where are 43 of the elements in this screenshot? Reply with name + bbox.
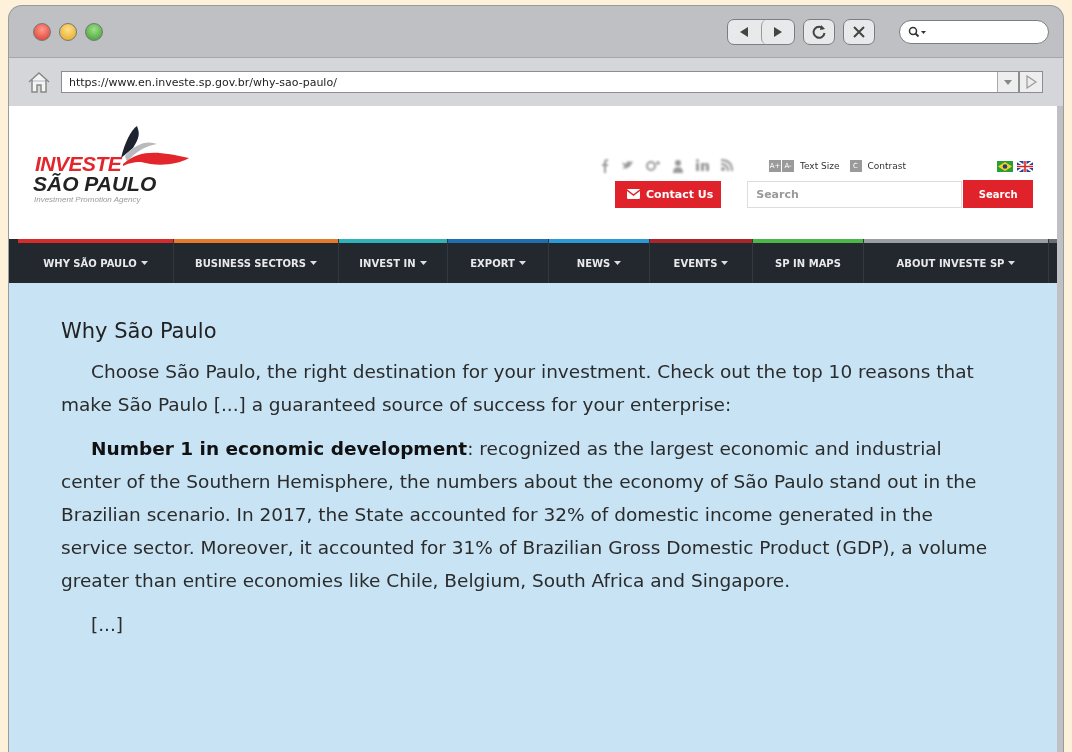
logo-tagline: Investment Promotion Agency [34,195,141,204]
article-paragraph: Number 1 in economic development: recognized as the largest economic and industrial center of the Southern Hemisphere, the numbers about the economy of São Paulo stand out in the Brazilian scenario. In 2017, the State accounted for 32% of domestic income generated in the service sector. Moreover, it accounted for 31% of Brazilian Gross Domestic Product (GDP), a volume greater than entire economies like Chile, Belgium, South Africa and Singapore. [61,437,989,593]
reload-icon [811,23,827,40]
accessibility-label: Contrast [867,161,906,171]
accessibility-label: Text Size [800,161,840,171]
person-icon[interactable] [672,159,684,173]
search-icon [908,25,928,38]
close-icon [852,24,866,39]
facebook-icon[interactable] [601,159,609,173]
close-window-button[interactable] [33,22,51,41]
nav-menu-item[interactable]: SP IN MAPS [753,243,863,283]
nav-menu-item[interactable]: NEWS [549,243,649,283]
right-triangle-icon [771,25,784,38]
article-paragraph: Choose São Paulo, the right destination for your investment. Check out the top 10 reasons that make São Paulo [...] a guaranteed source of success for your enterprise: [61,360,975,417]
envelope-icon [627,189,640,199]
google-plus-icon[interactable] [646,159,660,173]
reload-button[interactable] [803,18,835,45]
article-paragraph: [...] [90,613,125,637]
article-title: Why São Paulo [61,319,218,343]
search-field[interactable] [899,19,1049,44]
rss-icon[interactable] [721,159,733,171]
minimize-window-button[interactable] [59,22,77,41]
nav-menu-item[interactable]: INVEST IN [339,243,447,283]
brazil-flag-icon[interactable] [997,160,1013,172]
left-triangle-icon [738,25,751,38]
contact-us-button[interactable]: Contact Us [615,180,722,208]
search-button[interactable]: Search [963,180,1033,208]
nav-menu-item[interactable]: WHY SÃO PAULO [18,243,173,283]
play-triangle-icon [1025,75,1037,89]
go-button[interactable] [1019,71,1043,93]
uk-flag-icon[interactable] [1017,160,1033,172]
home-icon[interactable] [27,71,51,93]
logo-region: SÃO PAULO [33,172,157,196]
stop-button[interactable] [843,18,875,45]
linkedin-icon[interactable] [696,159,709,171]
nav-menu-item[interactable]: EXPORT [448,243,548,283]
bird-icon[interactable] [621,159,634,171]
nav-menu-item[interactable]: ABOUT INVESTE SP [864,243,1048,283]
nav-menu-item[interactable]: BUSINESS SECTORS [174,243,338,283]
nav-menu-item[interactable]: EVENTS [650,243,752,283]
dropdown-caret-icon[interactable] [1004,79,1012,85]
address-field[interactable]: https://www.en.investe.sp.gov.br/why-sao-paulo/ [61,71,1019,93]
zoom-window-button[interactable] [85,22,103,41]
